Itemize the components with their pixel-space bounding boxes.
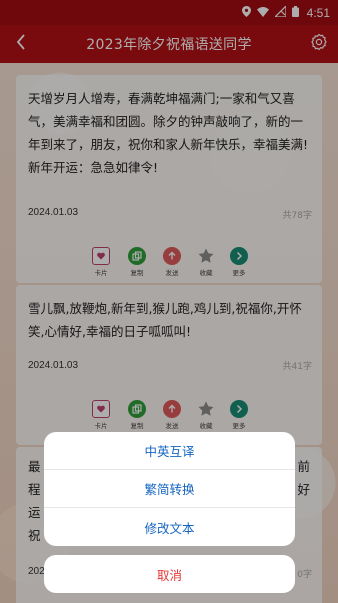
- action-sheet: 中英互译 繁简转换 修改文本: [44, 432, 295, 546]
- edit-text-option[interactable]: 修改文本: [44, 508, 295, 546]
- cancel-button[interactable]: 取消: [44, 555, 295, 593]
- convert-chinese-option[interactable]: 繁简转换: [44, 470, 295, 508]
- translate-option[interactable]: 中英互译: [44, 432, 295, 470]
